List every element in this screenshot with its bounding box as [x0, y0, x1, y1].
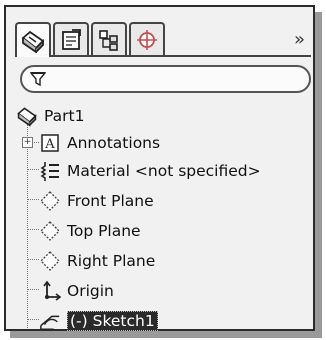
- tree-item-annotations[interactable]: A Annotations: [39, 131, 160, 155]
- tree-connector: [27, 199, 39, 200]
- tree-connector: [27, 319, 39, 320]
- origin-icon: [39, 280, 61, 302]
- tab-property-manager[interactable]: [53, 22, 89, 55]
- tabs-overflow-button[interactable]: »: [294, 29, 305, 50]
- tab-feature-manager[interactable]: [15, 22, 51, 57]
- tree-connector: [27, 169, 39, 170]
- tree-item-label: Annotations: [67, 134, 161, 152]
- dimxpert-manager-icon: [137, 29, 157, 50]
- tree-item-top-plane[interactable]: Top Plane: [39, 219, 141, 243]
- tree-item-right-plane[interactable]: Right Plane: [39, 249, 155, 273]
- filter-icon: [30, 72, 46, 87]
- annotations-icon: A: [39, 132, 61, 154]
- material-icon: [39, 160, 61, 182]
- svg-text:A: A: [44, 137, 55, 152]
- feature-manager-panel: » Part1 + A Annotations Material <not sp…: [4, 5, 315, 331]
- tree-connector: [27, 124, 28, 328]
- feature-manager-icon: [21, 30, 45, 53]
- tree-connector: [27, 289, 39, 290]
- tree-item-front-plane[interactable]: Front Plane: [39, 189, 154, 213]
- part-icon: [16, 105, 38, 127]
- tree-item-label-selected: (-) Sketch1: [67, 311, 158, 331]
- property-manager-icon: [62, 28, 81, 50]
- tree-item-label: Material <not specified>: [67, 162, 261, 180]
- tree-connector: [27, 259, 39, 260]
- tree-root-label: Part1: [44, 107, 85, 125]
- tab-divider: [15, 55, 311, 57]
- tree-item-sketch1[interactable]: (-) Sketch1: [39, 309, 158, 333]
- sketch-icon: [39, 310, 61, 332]
- plane-icon: [39, 190, 61, 212]
- tree-item-label: Top Plane: [67, 222, 141, 240]
- tree-root-part[interactable]: Part1: [16, 104, 84, 128]
- filter-input[interactable]: [20, 65, 311, 93]
- expand-toggle[interactable]: +: [22, 137, 33, 148]
- tree-item-label: Front Plane: [67, 192, 154, 210]
- tab-dimxpert-manager[interactable]: [129, 22, 165, 55]
- plane-icon: [39, 250, 61, 272]
- configuration-manager-icon: [99, 29, 118, 51]
- tree-connector: [27, 229, 39, 230]
- plane-icon: [39, 220, 61, 242]
- tree-item-origin[interactable]: Origin: [39, 279, 114, 303]
- tab-configuration-manager[interactable]: [91, 22, 127, 55]
- manager-tabs: »: [15, 22, 311, 57]
- tree-item-label: Origin: [67, 282, 114, 300]
- tree-item-label: Right Plane: [67, 252, 156, 270]
- tree-item-material[interactable]: Material <not specified>: [39, 159, 261, 183]
